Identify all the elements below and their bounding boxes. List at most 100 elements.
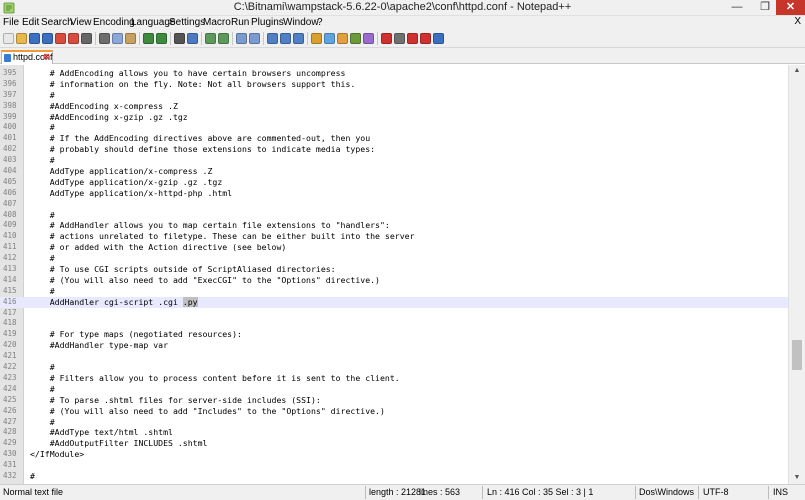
code-line[interactable]: 429 #AddOutputFilter INCLUDES .shtml	[0, 438, 788, 449]
cut-icon[interactable]	[99, 33, 110, 44]
line-text-content: #	[30, 470, 35, 481]
minimize-button[interactable]: —	[724, 0, 750, 15]
undo-icon[interactable]	[143, 33, 154, 44]
stop-macro-icon[interactable]	[394, 33, 405, 44]
print-icon[interactable]	[81, 33, 92, 44]
menu-file[interactable]: File	[3, 17, 19, 28]
code-line[interactable]: 402 # probably should define those exten…	[0, 144, 788, 155]
close-icon[interactable]	[55, 33, 66, 44]
code-line[interactable]: 428 #AddType text/html .shtml	[0, 427, 788, 438]
code-line[interactable]: 397 #	[0, 90, 788, 101]
code-line[interactable]: 406 AddType application/x-httpd-php .htm…	[0, 188, 788, 199]
line-number: 422	[3, 362, 17, 372]
menu-window[interactable]: Window	[283, 17, 319, 28]
code-line[interactable]: 417	[0, 308, 788, 319]
monitoring-icon[interactable]	[363, 33, 374, 44]
indent-guide-icon[interactable]	[293, 33, 304, 44]
find-icon[interactable]	[174, 33, 185, 44]
code-line[interactable]: 424 #	[0, 384, 788, 395]
paste-icon[interactable]	[125, 33, 136, 44]
play-macro-icon[interactable]	[407, 33, 418, 44]
code-line[interactable]: 409 # AddHandler allows you to map certa…	[0, 220, 788, 231]
tab-httpd-conf[interactable]: httpd.conf ⊠	[1, 50, 53, 64]
udl-icon[interactable]	[311, 33, 322, 44]
sync-v-icon[interactable]	[236, 33, 247, 44]
line-text: # To parse .shtml files for server-side …	[30, 395, 321, 406]
code-line[interactable]: 398 #AddEncoding x-compress .Z	[0, 101, 788, 112]
menu-macro[interactable]: Macro	[203, 17, 231, 28]
menu-plugins[interactable]: Plugins	[251, 17, 284, 28]
close-all-icon[interactable]	[68, 33, 79, 44]
close-window-button[interactable]: ✕	[776, 0, 805, 15]
code-line[interactable]: 420 #AddHandler type-map var	[0, 340, 788, 351]
scroll-down-arrow-icon[interactable]: ▼	[789, 472, 805, 484]
save-icon[interactable]	[29, 33, 40, 44]
code-line[interactable]: 425 # To parse .shtml files for server-s…	[0, 395, 788, 406]
code-line[interactable]: 401 # If the AddEncoding directives abov…	[0, 133, 788, 144]
code-line[interactable]: 418	[0, 318, 788, 329]
vertical-scrollbar[interactable]: ▲ ▼	[788, 65, 805, 484]
function-list-icon[interactable]	[337, 33, 348, 44]
code-line[interactable]: 403 #	[0, 155, 788, 166]
code-line[interactable]: 430 </IfModule>	[0, 449, 788, 460]
current-line[interactable]: 416 AddHandler cgi-script .cgi .py	[0, 296, 788, 308]
line-text: # information on the fly. Note: Not all …	[30, 79, 356, 90]
code-line[interactable]: 399 #AddEncoding x-gzip .gz .tgz	[0, 112, 788, 123]
menu-edit[interactable]: Edit	[22, 17, 39, 28]
open-file-icon[interactable]	[16, 33, 27, 44]
line-text-content: # AddEncoding allows you to have certain…	[30, 68, 346, 78]
editor[interactable]: 395 # AddEncoding allows you to have cer…	[0, 65, 805, 484]
toolbar-separator	[170, 32, 171, 45]
code-line[interactable]: 400 #	[0, 122, 788, 133]
code-line[interactable]: 432 #	[0, 471, 788, 482]
save-all-icon[interactable]	[42, 33, 53, 44]
zoom-in-icon[interactable]	[205, 33, 216, 44]
close-document-button[interactable]: X	[794, 16, 801, 27]
scrollbar-thumb[interactable]	[792, 339, 802, 370]
code-line[interactable]: 396 # information on the fly. Note: Not …	[0, 79, 788, 90]
redo-icon[interactable]	[156, 33, 167, 44]
replace-icon[interactable]	[187, 33, 198, 44]
code-line[interactable]: 410 # actions unrelated to filetype. The…	[0, 231, 788, 242]
folder-workspace-icon[interactable]	[350, 33, 361, 44]
code-line[interactable]: 421	[0, 351, 788, 362]
scroll-up-arrow-icon[interactable]: ▲	[789, 65, 805, 77]
tab-close-icon[interactable]: ⊠	[43, 52, 50, 61]
code-line[interactable]: 415 #	[0, 286, 788, 297]
code-line[interactable]: 408 #	[0, 210, 788, 221]
menu-help[interactable]: ?	[317, 17, 323, 28]
show-all-chars-icon[interactable]	[280, 33, 291, 44]
new-file-icon[interactable]	[3, 33, 14, 44]
run-macro-icon[interactable]	[420, 33, 431, 44]
code-line[interactable]: 405 AddType application/x-gzip .gz .tgz	[0, 177, 788, 188]
code-line[interactable]: 422 #	[0, 362, 788, 373]
code-line[interactable]: 423 # Filters allow you to process conte…	[0, 373, 788, 384]
menu-encoding[interactable]: Encoding	[93, 17, 135, 28]
word-wrap-icon[interactable]	[267, 33, 278, 44]
code-line[interactable]: 412 #	[0, 253, 788, 264]
line-number: 400	[3, 122, 17, 132]
save-macro-icon[interactable]	[433, 33, 444, 44]
code-line[interactable]: 427 #	[0, 417, 788, 428]
menu-settings[interactable]: Settings	[169, 17, 205, 28]
toolbar-separator	[139, 32, 140, 45]
menu-view[interactable]: View	[70, 17, 92, 28]
code-line[interactable]: 407	[0, 199, 788, 210]
menu-bar: File Edit Search View Encoding Language …	[0, 16, 805, 30]
code-line[interactable]: 426 # (You will also need to add "Includ…	[0, 406, 788, 417]
sync-h-icon[interactable]	[249, 33, 260, 44]
code-line[interactable]: 431	[0, 460, 788, 471]
code-line[interactable]: 404 AddType application/x-compress .Z	[0, 166, 788, 177]
menu-run[interactable]: Run	[231, 17, 249, 28]
record-macro-icon[interactable]	[381, 33, 392, 44]
doc-map-icon[interactable]	[324, 33, 335, 44]
code-line[interactable]: 419 # For type maps (negotiated resource…	[0, 329, 788, 340]
copy-icon[interactable]	[112, 33, 123, 44]
code-line[interactable]: 413 # To use CGI scripts outside of Scri…	[0, 264, 788, 275]
code-line[interactable]: 395 # AddEncoding allows you to have cer…	[0, 68, 788, 79]
code-line[interactable]: 414 # (You will also need to add "ExecCG…	[0, 275, 788, 286]
maximize-button[interactable]: ❐	[752, 0, 778, 15]
code-line[interactable]: 411 # or added with the Action directive…	[0, 242, 788, 253]
zoom-out-icon[interactable]	[218, 33, 229, 44]
menu-search[interactable]: Search	[41, 17, 73, 28]
